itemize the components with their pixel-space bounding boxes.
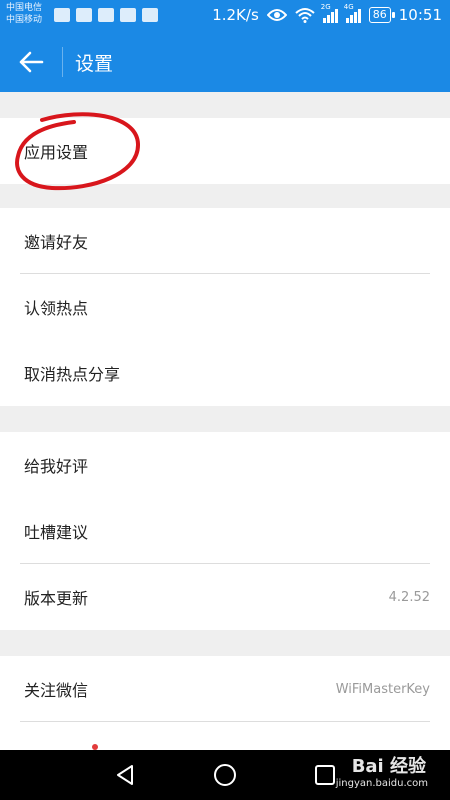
- wifi-icon: [295, 8, 315, 23]
- settings-item-invite-friends[interactable]: 邀请好友: [0, 208, 450, 274]
- settings-item-label: 邀请好友: [24, 233, 89, 252]
- settings-item-claim-hotspot[interactable]: 认领热点: [0, 274, 450, 340]
- settings-item-label: 给我好评: [24, 457, 89, 476]
- square-recents-icon: [315, 765, 335, 785]
- nav-home-button[interactable]: [195, 750, 255, 800]
- version-number: 4.2.52: [388, 589, 430, 605]
- status-bar: 中国电信 中国移动 1.2K/s 2G 4G 86 10:51: [0, 0, 450, 32]
- notification-icons: [54, 8, 158, 22]
- settings-section-follow: 关注微信 WiFiMasterKey: [0, 656, 450, 750]
- clock: 10:51: [398, 6, 442, 24]
- battery-icon: 86: [368, 7, 395, 23]
- watermark-url: jingyan.baidu.com: [335, 778, 428, 789]
- settings-section-social: 邀请好友 认领热点 取消热点分享: [0, 208, 450, 406]
- settings-item-cancel-hotspot-share[interactable]: 取消热点分享: [0, 340, 450, 406]
- arrow-left-icon: [19, 51, 44, 73]
- eye-icon: [266, 9, 287, 21]
- mail-icon: [76, 8, 92, 22]
- settings-item-label: 应用设置: [24, 143, 89, 162]
- notification-icon: [120, 8, 136, 22]
- settings-item-follow-wechat[interactable]: 关注微信 WiFiMasterKey: [0, 656, 450, 722]
- app-bar-divider: [62, 47, 63, 77]
- carrier-1: 中国电信: [6, 3, 43, 13]
- settings-item-label: 关注微信: [24, 681, 89, 700]
- nav-back-button[interactable]: [95, 750, 155, 800]
- settings-item-label: 版本更新: [24, 589, 89, 608]
- battery-level: 86: [372, 8, 387, 21]
- status-right: 1.2K/s 2G 4G 86 10:51: [212, 3, 442, 24]
- settings-item-label: 认领热点: [24, 299, 89, 318]
- settings-item-rate-us[interactable]: 给我好评: [0, 432, 450, 498]
- settings-item-feedback[interactable]: 吐槽建议: [0, 498, 450, 564]
- watermark-logo: Bai 经验: [351, 756, 426, 777]
- triangle-back-icon: [117, 765, 133, 785]
- circle-home-icon: [214, 764, 236, 786]
- signal-icon: 2G: [321, 3, 338, 23]
- settings-item-version-update[interactable]: 版本更新 4.2.52: [0, 564, 450, 630]
- settings-item-app-settings[interactable]: 应用设置: [0, 118, 450, 184]
- settings-section-app: 应用设置: [0, 118, 450, 184]
- back-button[interactable]: [0, 32, 62, 92]
- notification-icon: [142, 8, 158, 22]
- wechat-account: WiFiMasterKey: [335, 681, 430, 697]
- network-speed: 1.2K/s: [212, 6, 259, 24]
- signal-icon: 4G: [344, 3, 361, 23]
- settings-item-partial[interactable]: [0, 722, 450, 750]
- page-title: 设置: [75, 52, 114, 75]
- settings-section-feedback: 给我好评 吐槽建议 版本更新 4.2.52: [0, 432, 450, 630]
- carrier-2: 中国移动: [6, 15, 43, 25]
- notification-icon: [54, 8, 70, 22]
- settings-item-label: 吐槽建议: [24, 523, 89, 542]
- notification-icon: [98, 8, 114, 22]
- settings-item-label: 取消热点分享: [24, 365, 121, 384]
- nav-recents-button[interactable]: [295, 750, 355, 800]
- carrier-info: 中国电信 中国移动: [6, 2, 42, 26]
- app-bar: 设置: [0, 32, 450, 92]
